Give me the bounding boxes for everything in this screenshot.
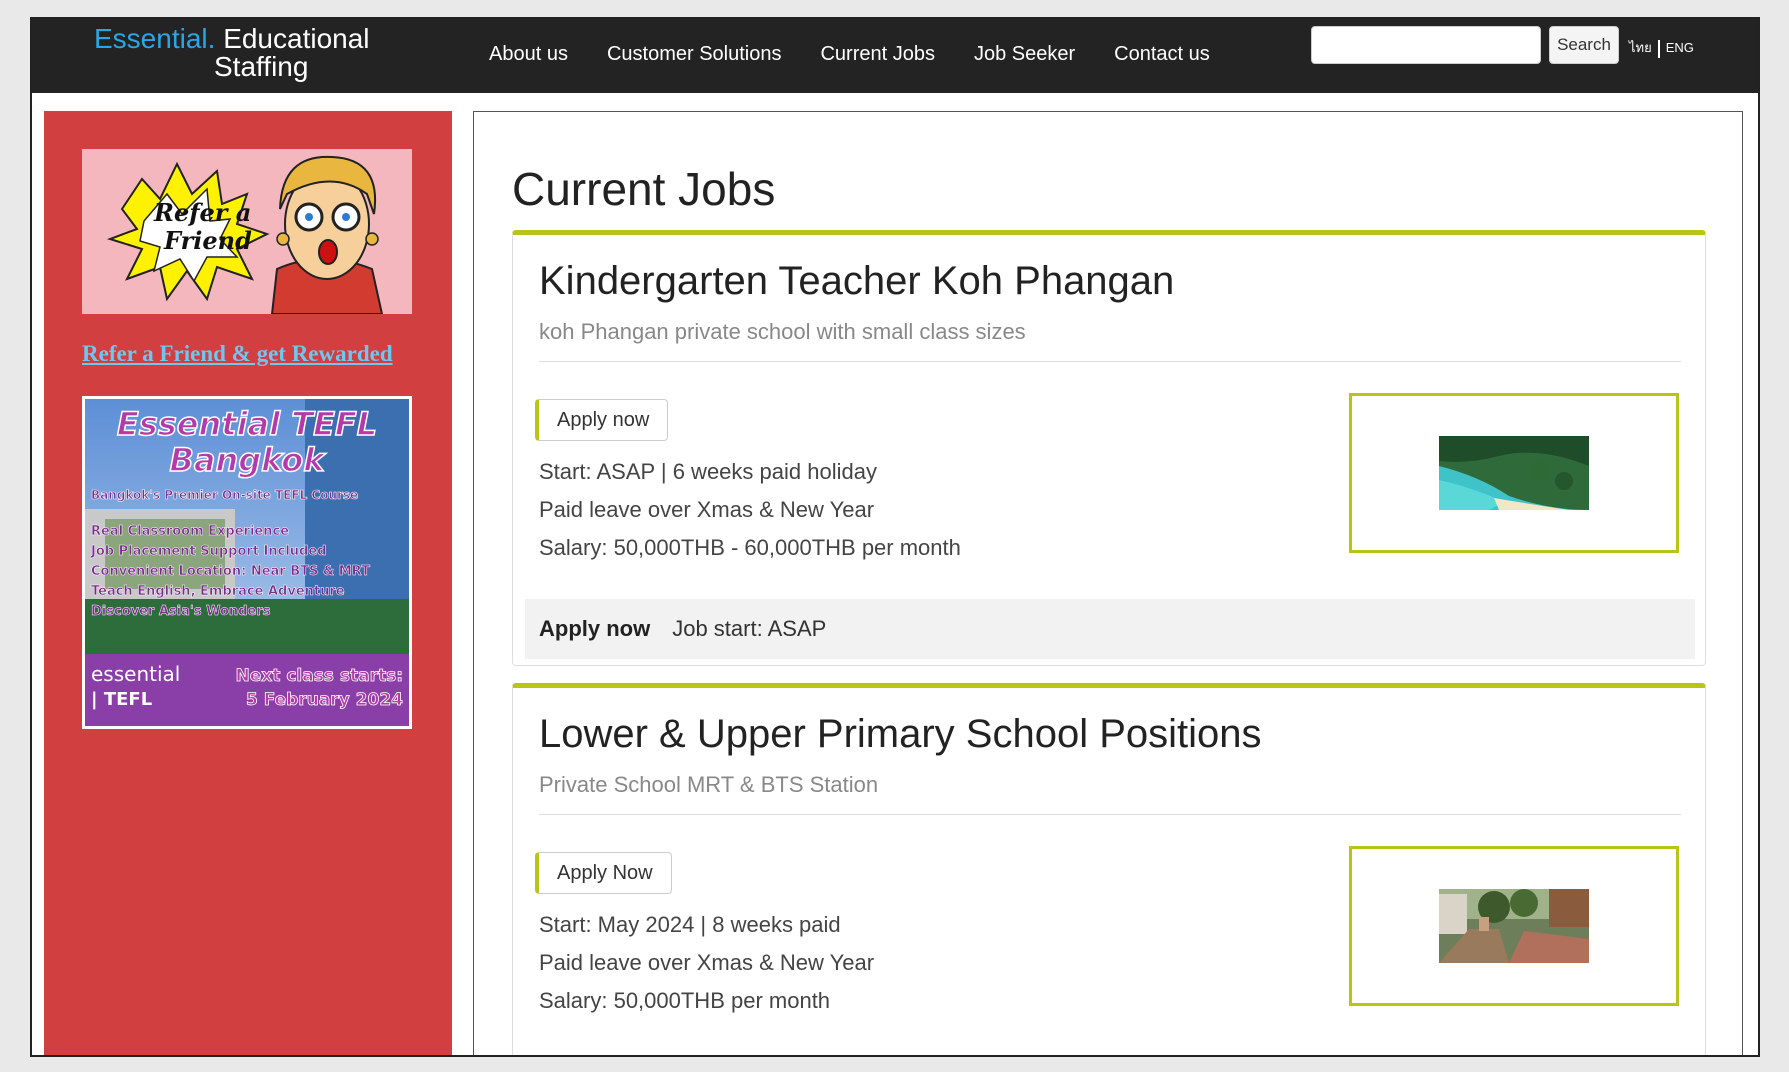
tefl-next-1: Next class starts: bbox=[236, 666, 403, 686]
main-content: Current Jobs Kindergarten Teacher Koh Ph… bbox=[473, 111, 1743, 1055]
job-start-text: Job start: ASAP bbox=[672, 616, 827, 641]
job-detail-line: Paid leave over Xmas & New Year bbox=[539, 950, 875, 975]
job-card: Lower & Upper Primary School Positions P… bbox=[512, 683, 1706, 1055]
refer-banner-text-2: Friend bbox=[163, 226, 252, 255]
lang-eng-link[interactable]: ENG bbox=[1666, 40, 1694, 55]
job-detail-line: Salary: 50,000THB per month bbox=[539, 988, 831, 1013]
tefl-title-2: Bangkok bbox=[169, 441, 326, 479]
tefl-tagline: Bangkok's Premier On-site TEFL Course bbox=[91, 488, 358, 502]
job-detail-line: Paid leave over Xmas & New Year bbox=[539, 497, 875, 522]
logo-brand: Essential. bbox=[94, 23, 216, 54]
tefl-next-2: 5 February 2024 bbox=[246, 690, 403, 710]
sidebar: Refer a Friend Refer a Friend & get Rewa… bbox=[44, 111, 452, 1055]
job-detail-line: Salary: 50,000THB - 60,000THB per month bbox=[539, 535, 961, 560]
job-title[interactable]: Kindergarten Teacher Koh Phangan bbox=[539, 259, 1174, 304]
job-divider bbox=[539, 814, 1681, 815]
job-card: Kindergarten Teacher Koh Phangan koh Pha… bbox=[512, 230, 1706, 666]
apply-now-button[interactable]: Apply now bbox=[535, 399, 669, 441]
job-detail-line: Start: May 2024 | 8 weeks paid bbox=[539, 912, 841, 937]
job-title[interactable]: Lower & Upper Primary School Positions bbox=[539, 712, 1262, 757]
job-image-beach bbox=[1439, 436, 1589, 510]
nav-current-jobs[interactable]: Current Jobs bbox=[820, 43, 935, 66]
tefl-brand-1: essential bbox=[91, 662, 180, 686]
job-detail-line: Start: ASAP | 6 weeks paid holiday bbox=[539, 459, 877, 484]
job-divider bbox=[539, 361, 1681, 362]
logo-word-staffing: Staffing bbox=[214, 51, 309, 82]
tefl-bullet-1: Real Classroom Experience bbox=[91, 524, 289, 539]
tefl-title-1: Essential TEFL bbox=[117, 405, 377, 443]
apply-now-button[interactable]: Apply Now bbox=[535, 852, 672, 894]
browser-page: Essential. Educational Staffing About us… bbox=[30, 17, 1760, 1057]
tefl-bullet-2: Job Placement Support Included bbox=[90, 544, 327, 559]
lang-divider bbox=[1657, 39, 1660, 58]
job-image-school bbox=[1439, 889, 1589, 963]
search-button[interactable]: Search bbox=[1549, 26, 1619, 64]
lang-thai-link[interactable]: ไทย bbox=[1629, 40, 1652, 55]
nav-job-seeker[interactable]: Job Seeker bbox=[974, 43, 1075, 66]
job-subtitle: koh Phangan private school with small cl… bbox=[539, 319, 1026, 344]
job-image-frame[interactable] bbox=[1349, 846, 1679, 1006]
nav-customer-solutions[interactable]: Customer Solutions bbox=[607, 43, 782, 66]
tefl-bullet-3: Convenient Location: Near BTS & MRT bbox=[91, 564, 370, 579]
refer-friend-banner[interactable]: Refer a Friend bbox=[82, 149, 412, 314]
nav-contact-us[interactable]: Contact us bbox=[1114, 43, 1210, 66]
page-title: Current Jobs bbox=[512, 163, 776, 215]
main-nav: About us Customer Solutions Current Jobs… bbox=[489, 43, 1249, 66]
logo-word-educational: Educational bbox=[223, 23, 370, 54]
site-logo[interactable]: Essential. Educational Staffing bbox=[94, 25, 370, 81]
refer-banner-text-1: Refer a bbox=[153, 198, 251, 227]
refer-friend-link[interactable]: Refer a Friend & get Rewarded bbox=[82, 341, 393, 367]
search-input[interactable] bbox=[1311, 26, 1541, 64]
tefl-brand-2: | TEFL bbox=[91, 689, 152, 710]
tefl-bullet-5: Discover Asia's Wonders bbox=[91, 604, 271, 619]
tefl-banner[interactable]: Essential TEFL Bangkok Bangkok's Premier… bbox=[82, 396, 412, 729]
job-image-frame[interactable] bbox=[1349, 393, 1679, 553]
job-footer: Apply now Job start: ASAP bbox=[525, 599, 1695, 659]
nav-about-us[interactable]: About us bbox=[489, 43, 568, 66]
tefl-bullet-4: Teach English, Embrace Adventure bbox=[91, 584, 345, 599]
language-switcher: ไทย ENG bbox=[1629, 37, 1694, 58]
job-subtitle: Private School MRT & BTS Station bbox=[539, 772, 879, 797]
top-navbar: Essential. Educational Staffing About us… bbox=[32, 19, 1758, 93]
footer-apply-now-link[interactable]: Apply now bbox=[539, 616, 650, 642]
tefl-banner-graphic: Essential TEFL Bangkok Bangkok's Premier… bbox=[85, 399, 409, 726]
refer-friend-illustration: Refer a Friend bbox=[82, 149, 412, 314]
